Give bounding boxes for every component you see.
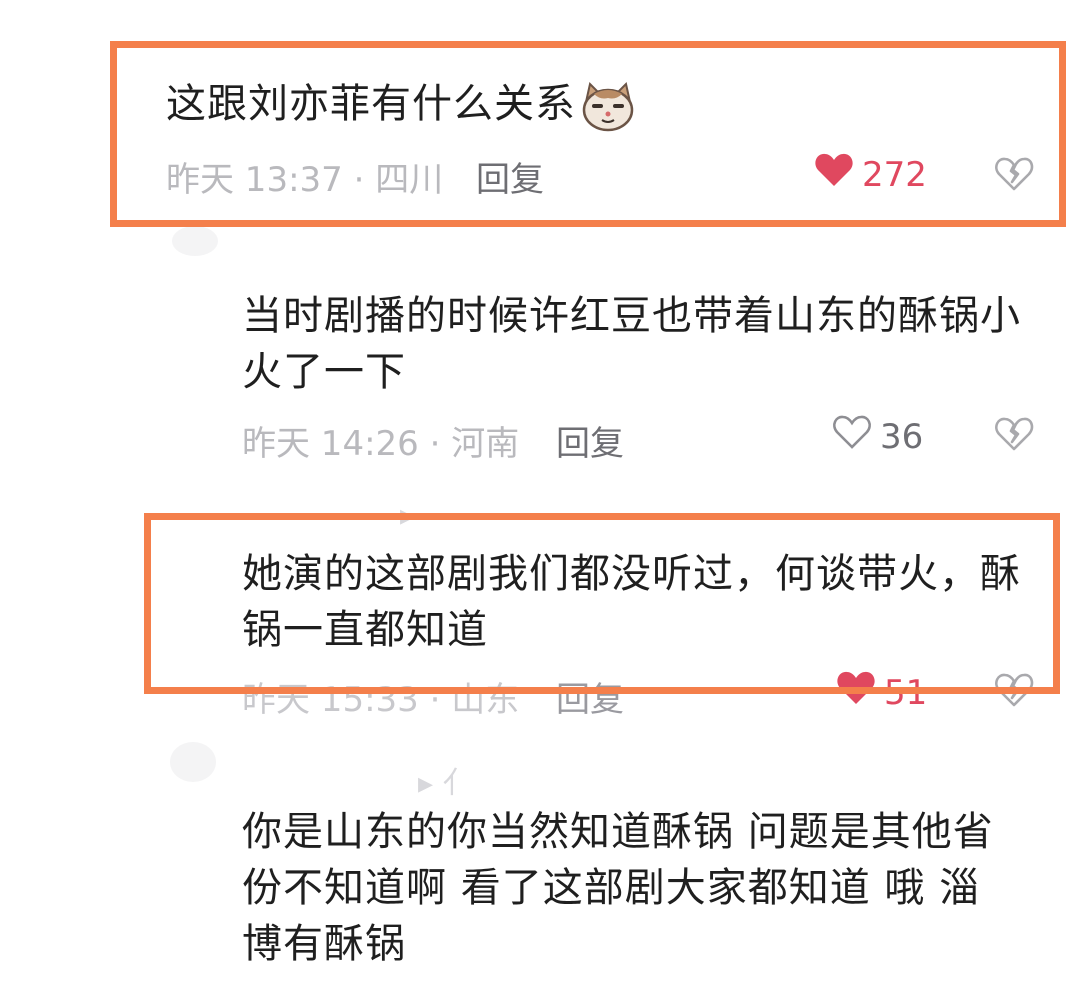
dislike-button[interactable] xyxy=(994,156,1034,196)
comment-meta: 昨天 15:33 · 山东 xyxy=(242,680,520,720)
reply-arrow-icon: ▸ 亻 xyxy=(418,766,473,801)
avatar[interactable] xyxy=(172,226,218,256)
reply-arrow-icon: ▸ xyxy=(400,498,416,533)
like-button[interactable]: 272 xyxy=(814,152,927,197)
comment-text: 她演的这部剧我们都没听过，何谈带火，酥 锅一直都知道 xyxy=(242,551,1021,653)
like-count: 51 xyxy=(884,672,928,713)
cat-emoji-icon xyxy=(580,80,636,138)
like-count: 36 xyxy=(880,416,924,457)
reply-button[interactable]: 回复 xyxy=(556,672,624,721)
like-button[interactable]: 36 xyxy=(832,414,923,459)
broken-heart-icon xyxy=(994,157,1034,196)
reply-button[interactable]: 回复 xyxy=(556,416,624,465)
comment-text: 你是山东的你当然知道酥锅 问题是其他省 份不知道啊 看了这部剧大家都知道 哦 淄… xyxy=(242,809,994,967)
comment-text: 这跟刘亦菲有什么关系 xyxy=(166,81,576,127)
dislike-button[interactable] xyxy=(994,416,1034,456)
broken-heart-icon xyxy=(994,673,1034,712)
reply-button[interactable]: 回复 xyxy=(476,152,544,201)
heart-filled-icon xyxy=(836,670,876,715)
heart-filled-icon xyxy=(814,152,854,197)
avatar[interactable] xyxy=(170,742,216,782)
heart-outline-icon xyxy=(832,414,872,459)
dislike-button[interactable] xyxy=(994,672,1034,712)
broken-heart-icon xyxy=(994,417,1034,456)
comment-text: 当时剧播的时候许红豆也带着山东的酥锅小 火了一下 xyxy=(242,293,1021,395)
comment-meta: 昨天 14:26 · 河南 xyxy=(242,424,520,464)
like-button[interactable]: 51 xyxy=(836,670,927,715)
like-count: 272 xyxy=(862,154,927,195)
comment-meta: 昨天 13:37 · 四川 xyxy=(166,160,444,200)
